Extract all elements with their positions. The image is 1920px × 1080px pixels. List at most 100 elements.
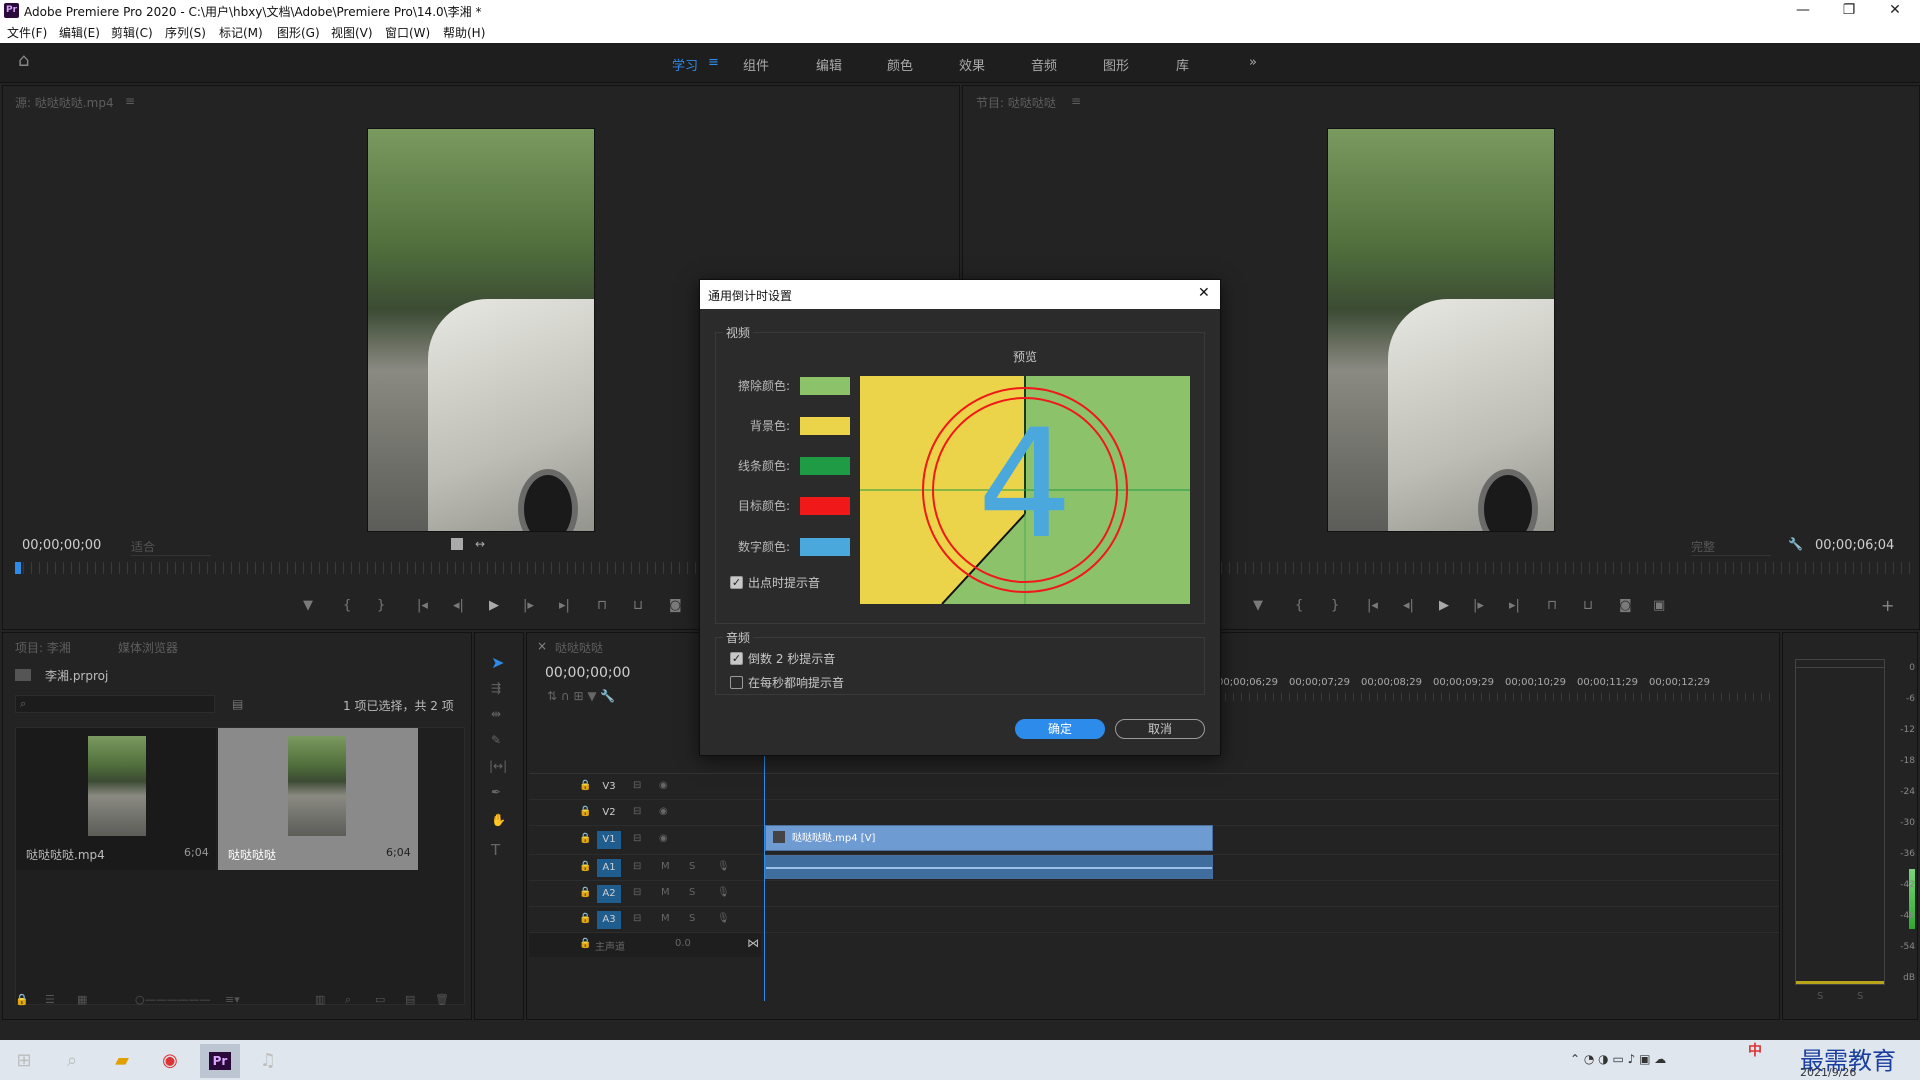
step-back-icon[interactable]: ◂| xyxy=(1403,598,1414,613)
menu-file[interactable]: 文件(F) xyxy=(7,24,47,41)
workspace-effects[interactable]: 效果 xyxy=(959,55,985,74)
source-playhead[interactable] xyxy=(15,562,21,574)
wipe-color-swatch[interactable] xyxy=(800,377,850,395)
overwrite-icon[interactable]: ⊔ xyxy=(633,598,643,613)
master-end-icon[interactable]: ⋈ xyxy=(747,936,759,950)
home-icon[interactable]: ⌂ xyxy=(18,50,29,71)
insert-icon[interactable]: ⊓ xyxy=(597,598,607,613)
source-fit-select[interactable]: 适合 xyxy=(131,538,211,556)
wrench-icon[interactable]: 🔧 xyxy=(1788,537,1803,551)
add-button-icon[interactable]: + xyxy=(1881,596,1894,615)
workspace-learn[interactable]: 学习 xyxy=(672,55,698,74)
lift-icon[interactable]: ⊓ xyxy=(1547,598,1557,613)
dialog-close-button[interactable]: ✕ xyxy=(1198,285,1210,301)
mark-in-icon[interactable]: { xyxy=(1295,598,1303,613)
workspace-assembly[interactable]: 组件 xyxy=(743,55,769,74)
drag-audio-icon[interactable]: ↔ xyxy=(475,537,485,551)
program-menu-icon[interactable]: ≡ xyxy=(1071,94,1081,108)
step-back-icon[interactable]: ◂| xyxy=(453,598,464,613)
menu-edit[interactable]: 编辑(E) xyxy=(59,24,100,41)
lock-icon[interactable]: 🔒 xyxy=(579,806,591,817)
close-window-button[interactable]: ✕ xyxy=(1872,0,1918,21)
digit-color-swatch[interactable] xyxy=(800,538,850,556)
background-color-swatch[interactable] xyxy=(800,417,850,435)
lock-icon[interactable]: 🔒 xyxy=(579,887,591,898)
eye-icon[interactable]: ◉ xyxy=(659,780,668,791)
new-bin-icon[interactable]: ▭ xyxy=(375,993,385,1006)
source-timecode[interactable]: 00;00;00;00 xyxy=(22,538,101,553)
mute-button[interactable]: M xyxy=(661,861,670,872)
track-label[interactable]: V1 xyxy=(597,831,621,849)
lock-icon[interactable]: 🔒 xyxy=(579,913,591,924)
restore-button[interactable]: ❐ xyxy=(1826,0,1872,21)
selection-tool-icon[interactable]: ➤ xyxy=(491,653,504,672)
cue-out-checkbox[interactable] xyxy=(730,576,743,589)
timeline-tab[interactable]: 哒哒哒哒 xyxy=(555,639,603,656)
search-icon[interactable]: ⌕ xyxy=(52,1044,92,1078)
menu-sequence[interactable]: 序列(S) xyxy=(165,24,206,41)
timeline-timecode[interactable]: 00;00;00;00 xyxy=(545,665,630,681)
menu-window[interactable]: 窗口(W) xyxy=(385,24,430,41)
program-title[interactable]: 节目: 哒哒哒哒 xyxy=(976,94,1056,111)
minimize-button[interactable]: — xyxy=(1780,0,1826,21)
solo-right-button[interactable]: S xyxy=(1857,991,1863,1002)
track-label[interactable]: A2 xyxy=(597,885,621,903)
mark-out-icon[interactable]: } xyxy=(377,598,385,613)
camera-icon[interactable]: ◙ xyxy=(669,598,682,613)
new-item-icon[interactable]: ▤ xyxy=(405,993,415,1006)
mark-in-icon[interactable]: { xyxy=(343,598,351,613)
project-item[interactable]: 哒哒哒哒.mp4 6;04 xyxy=(16,728,216,870)
source-title[interactable]: 源: 哒哒哒哒.mp4 xyxy=(15,94,114,111)
lock-icon[interactable]: 🔒 xyxy=(579,780,591,791)
ripple-edit-icon[interactable]: ⇹ xyxy=(491,707,501,721)
track-label[interactable]: A1 xyxy=(597,859,621,877)
menu-help[interactable]: 帮助(H) xyxy=(443,24,485,41)
step-forward-icon[interactable]: |▸ xyxy=(523,598,534,613)
video-clip[interactable]: 哒哒哒哒.mp4 [V] xyxy=(765,825,1213,851)
timeline-playhead[interactable] xyxy=(764,753,765,1001)
sync-icon[interactable]: ⊟ xyxy=(633,833,641,844)
solo-left-button[interactable]: S xyxy=(1817,991,1823,1002)
go-to-out-icon[interactable]: ▸| xyxy=(559,598,570,613)
workspace-libraries[interactable]: 库 xyxy=(1176,55,1189,74)
program-ruler[interactable] xyxy=(1221,562,1911,574)
mute-button[interactable]: M xyxy=(661,913,670,924)
sync-icon[interactable]: ⊟ xyxy=(633,913,641,924)
program-quality-select[interactable]: 完整 xyxy=(1691,538,1771,556)
lock-icon[interactable]: 🔒 xyxy=(579,938,591,949)
project-search-input[interactable]: ⌕ xyxy=(15,695,215,713)
menu-graphics[interactable]: 图形(G) xyxy=(277,24,320,41)
go-to-in-icon[interactable]: |◂ xyxy=(417,598,428,613)
bin-icon[interactable]: ▤ xyxy=(232,697,243,711)
solo-button[interactable]: S xyxy=(689,887,695,898)
premiere-taskbar-icon[interactable]: Pr xyxy=(200,1044,240,1078)
chrome-icon[interactable]: ◉ xyxy=(150,1044,190,1078)
cue-each-second-checkbox[interactable] xyxy=(730,676,743,689)
sync-icon[interactable]: ⊟ xyxy=(633,861,641,872)
type-tool-icon[interactable]: T xyxy=(491,841,500,859)
zoom-slider[interactable]: ○—————— xyxy=(135,993,211,1006)
track-label[interactable]: V2 xyxy=(597,804,621,822)
mic-icon[interactable]: 🎙 xyxy=(717,913,730,924)
pen-icon[interactable]: ✒ xyxy=(491,785,501,799)
ime-indicator[interactable]: 中 xyxy=(1748,1040,1762,1060)
sync-icon[interactable]: ⊟ xyxy=(633,806,641,817)
trash-icon[interactable]: 🗑 xyxy=(435,993,449,1006)
workspace-menu-icon[interactable]: ≡ xyxy=(708,55,719,70)
lock-icon[interactable]: 🔒 xyxy=(579,833,591,844)
step-forward-icon[interactable]: |▸ xyxy=(1473,598,1484,613)
drag-video-icon[interactable] xyxy=(451,538,463,550)
menu-view[interactable]: 视图(V) xyxy=(331,24,373,41)
find-icon[interactable]: ⌕ xyxy=(345,993,351,1007)
marker-icon[interactable]: ▼ xyxy=(1253,598,1263,613)
compare-icon[interactable]: ▣ xyxy=(1653,598,1665,613)
windows-start-icon[interactable]: ⊞ xyxy=(4,1044,44,1078)
target-color-swatch[interactable] xyxy=(800,497,850,515)
app-icon[interactable]: ♫ xyxy=(248,1044,288,1078)
workspace-graphics[interactable]: 图形 xyxy=(1103,55,1129,74)
file-explorer-icon[interactable]: ▰ xyxy=(102,1044,142,1078)
track-label[interactable]: V3 xyxy=(597,778,621,796)
timeline-tool-icons[interactable]: ⇅ ∩ ⊞ ▼ 🔧 xyxy=(547,689,677,703)
play-icon[interactable]: ▶ xyxy=(1439,598,1449,613)
timeline-ruler[interactable] xyxy=(1217,693,1777,701)
